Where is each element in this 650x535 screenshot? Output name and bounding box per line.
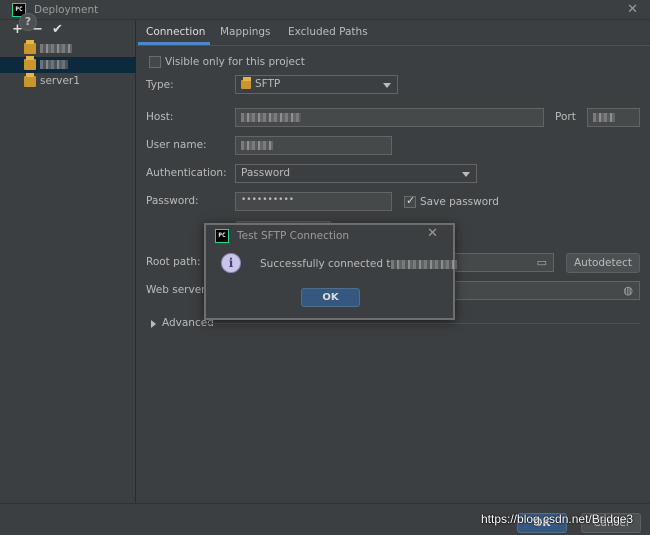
port-label: Port (555, 111, 576, 123)
username-value-redacted (241, 140, 273, 150)
globe-icon[interactable]: ◍ (623, 284, 633, 297)
host-label: Host: (146, 111, 174, 123)
visible-only-checkbox[interactable] (149, 56, 161, 68)
set-default-server-button[interactable]: ✔ (52, 22, 63, 37)
autodetect-button[interactable]: Autodetect (566, 253, 640, 273)
server-label-redacted (40, 58, 68, 70)
sftp-server-icon (24, 40, 36, 54)
server-list-item-3[interactable]: server1 (0, 73, 136, 90)
advanced-separator (208, 323, 640, 324)
help-button[interactable]: ? (19, 13, 37, 31)
username-field[interactable] (235, 136, 392, 155)
port-value-redacted (593, 112, 615, 122)
tab-excluded-paths[interactable]: Excluded Paths (288, 26, 368, 38)
info-icon: i (221, 253, 241, 273)
authentication-select[interactable]: Password (235, 164, 477, 183)
dialog-title: Test SFTP Connection (237, 230, 350, 242)
host-field[interactable] (235, 108, 544, 127)
server-label-redacted (40, 42, 72, 54)
server-list-panel: + − ✔ server1 (0, 20, 136, 503)
dialog-message-text: Successfully connected t (260, 258, 391, 270)
pycharm-app-icon: PC (215, 229, 229, 243)
save-password-label: Save password (420, 196, 499, 208)
dialog-ok-button[interactable]: OK (301, 288, 360, 307)
dialog-host-redacted (391, 259, 458, 269)
username-label: User name: (146, 139, 207, 151)
folder-icon[interactable]: ▭ (537, 256, 547, 269)
tab-mappings[interactable]: Mappings (220, 26, 271, 38)
tab-connection[interactable]: Connection (146, 26, 205, 38)
advanced-expand-icon[interactable] (151, 320, 156, 328)
chevron-down-icon (383, 83, 391, 88)
root-path-label: Root path: (146, 256, 201, 268)
save-password-checkbox[interactable] (404, 194, 416, 208)
host-value-redacted (241, 112, 301, 122)
dialog-message: Successfully connected t (260, 258, 458, 270)
visible-only-label: Visible only for this project (165, 56, 305, 68)
dialog-close-icon[interactable]: ✕ (427, 226, 438, 241)
window-titlebar: PC Deployment ✕ (0, 0, 650, 20)
test-sftp-connection-dialog: PC Test SFTP Connection ✕ i Successfully… (204, 223, 458, 320)
type-label: Type: (146, 79, 174, 91)
window-close-icon[interactable]: ✕ (627, 2, 638, 17)
server-list-item-2[interactable] (0, 56, 136, 73)
sftp-server-icon (24, 56, 36, 70)
active-tab-indicator (138, 42, 210, 45)
chevron-down-icon (462, 172, 470, 177)
sftp-type-icon (241, 77, 251, 89)
web-server-label: Web server (146, 284, 206, 296)
authentication-value: Password (241, 167, 291, 179)
server-list-item-1[interactable] (0, 40, 136, 57)
settings-tabs: Connection Mappings Excluded Paths (137, 20, 650, 46)
password-label: Password: (146, 195, 199, 207)
type-value: SFTP (255, 78, 281, 90)
window-title: Deployment (34, 4, 99, 16)
password-field[interactable]: •••••••••• (235, 192, 392, 211)
authentication-label: Authentication: (146, 167, 227, 179)
server-label: server1 (40, 75, 80, 87)
watermark: https://blog.csdn.net/Bridge3 (481, 512, 634, 526)
type-select[interactable]: SFTP (235, 75, 398, 94)
sftp-server-icon (24, 73, 36, 87)
port-field[interactable] (587, 108, 640, 127)
